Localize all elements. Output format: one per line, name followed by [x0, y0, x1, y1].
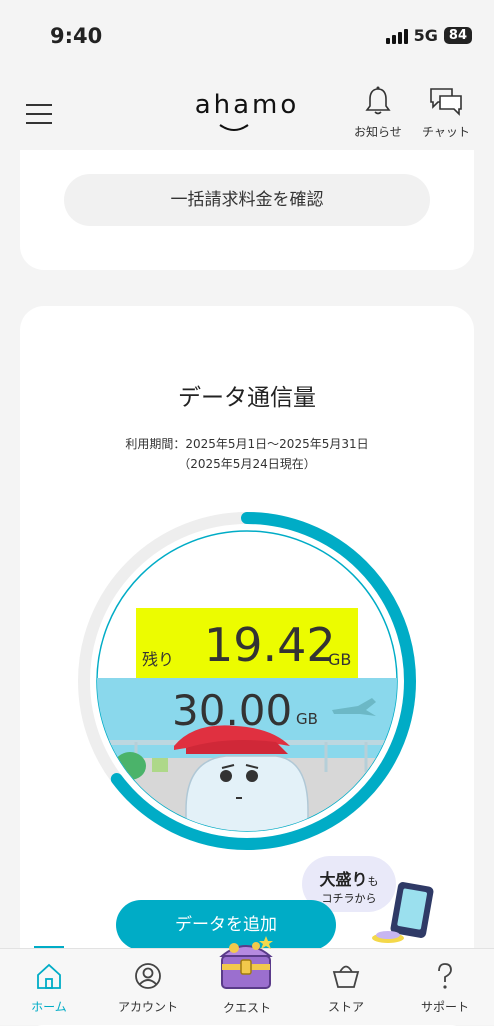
logo-text: ahamo — [194, 90, 300, 120]
remaining-label: 残り — [142, 650, 175, 669]
signal-icon — [385, 28, 408, 44]
remaining-unit: GB — [328, 650, 352, 669]
chat-button[interactable]: チャット — [422, 86, 470, 140]
tab-home-label: ホーム — [31, 1000, 67, 1014]
usage-period: 利用期間：2025年5月1日〜2025年5月31日 （2025年5月24日現在） — [20, 434, 474, 474]
menu-icon[interactable] — [26, 104, 52, 124]
notifications-button[interactable]: お知らせ — [354, 86, 402, 140]
tab-support[interactable]: サポート — [396, 961, 494, 1015]
billing-card: 一括請求料金を確認 — [20, 150, 474, 270]
notifications-label: お知らせ — [354, 125, 402, 139]
tab-home[interactable]: ホーム — [0, 961, 98, 1015]
tab-quest-label: クエスト — [222, 1001, 271, 1015]
logo-smile-icon — [219, 124, 249, 131]
support-icon — [438, 963, 452, 989]
chat-icon — [430, 88, 462, 116]
tab-account-label: アカウント — [117, 1000, 178, 1014]
usage-period-range: 利用期間：2025年5月1日〜2025年5月31日 — [125, 437, 369, 451]
status-indicators: 5G 84 — [385, 26, 472, 45]
data-usage-title: データ通信量 — [178, 385, 316, 411]
quest-chest-icon[interactable] — [214, 930, 278, 994]
bell-icon — [365, 86, 391, 115]
status-time: 9:40 — [50, 24, 103, 48]
usage-as-of: （2025年5月24日現在） — [178, 457, 316, 471]
tab-account[interactable]: アカウント — [99, 961, 197, 1015]
total-data-unit: GB — [296, 710, 318, 728]
account-icon — [135, 963, 161, 989]
store-icon — [332, 965, 360, 988]
battery-icon: 84 — [443, 27, 472, 44]
app-header: ahamo お知らせ チャット — [0, 74, 494, 160]
data-gauge — [78, 512, 416, 850]
tab-store-label: ストア — [327, 1000, 364, 1014]
remaining-value: 19.42 — [204, 618, 336, 672]
phone-illustration-icon[interactable] — [368, 880, 450, 946]
promo-main: 大盛り — [319, 870, 368, 889]
tab-support-label: サポート — [420, 1000, 469, 1014]
remaining-data-box: 残り 19.42 GB — [136, 608, 358, 678]
home-icon — [37, 963, 61, 989]
status-bar: 9:40 5G 84 — [0, 0, 494, 74]
total-data-value: 30.00 — [172, 686, 293, 735]
network-type: 5G — [413, 26, 438, 45]
chat-label: チャット — [422, 125, 470, 139]
ahamo-logo[interactable]: ahamo — [190, 90, 304, 134]
billing-confirm-button[interactable]: 一括請求料金を確認 — [64, 174, 430, 226]
tab-store[interactable]: ストア — [297, 961, 395, 1015]
